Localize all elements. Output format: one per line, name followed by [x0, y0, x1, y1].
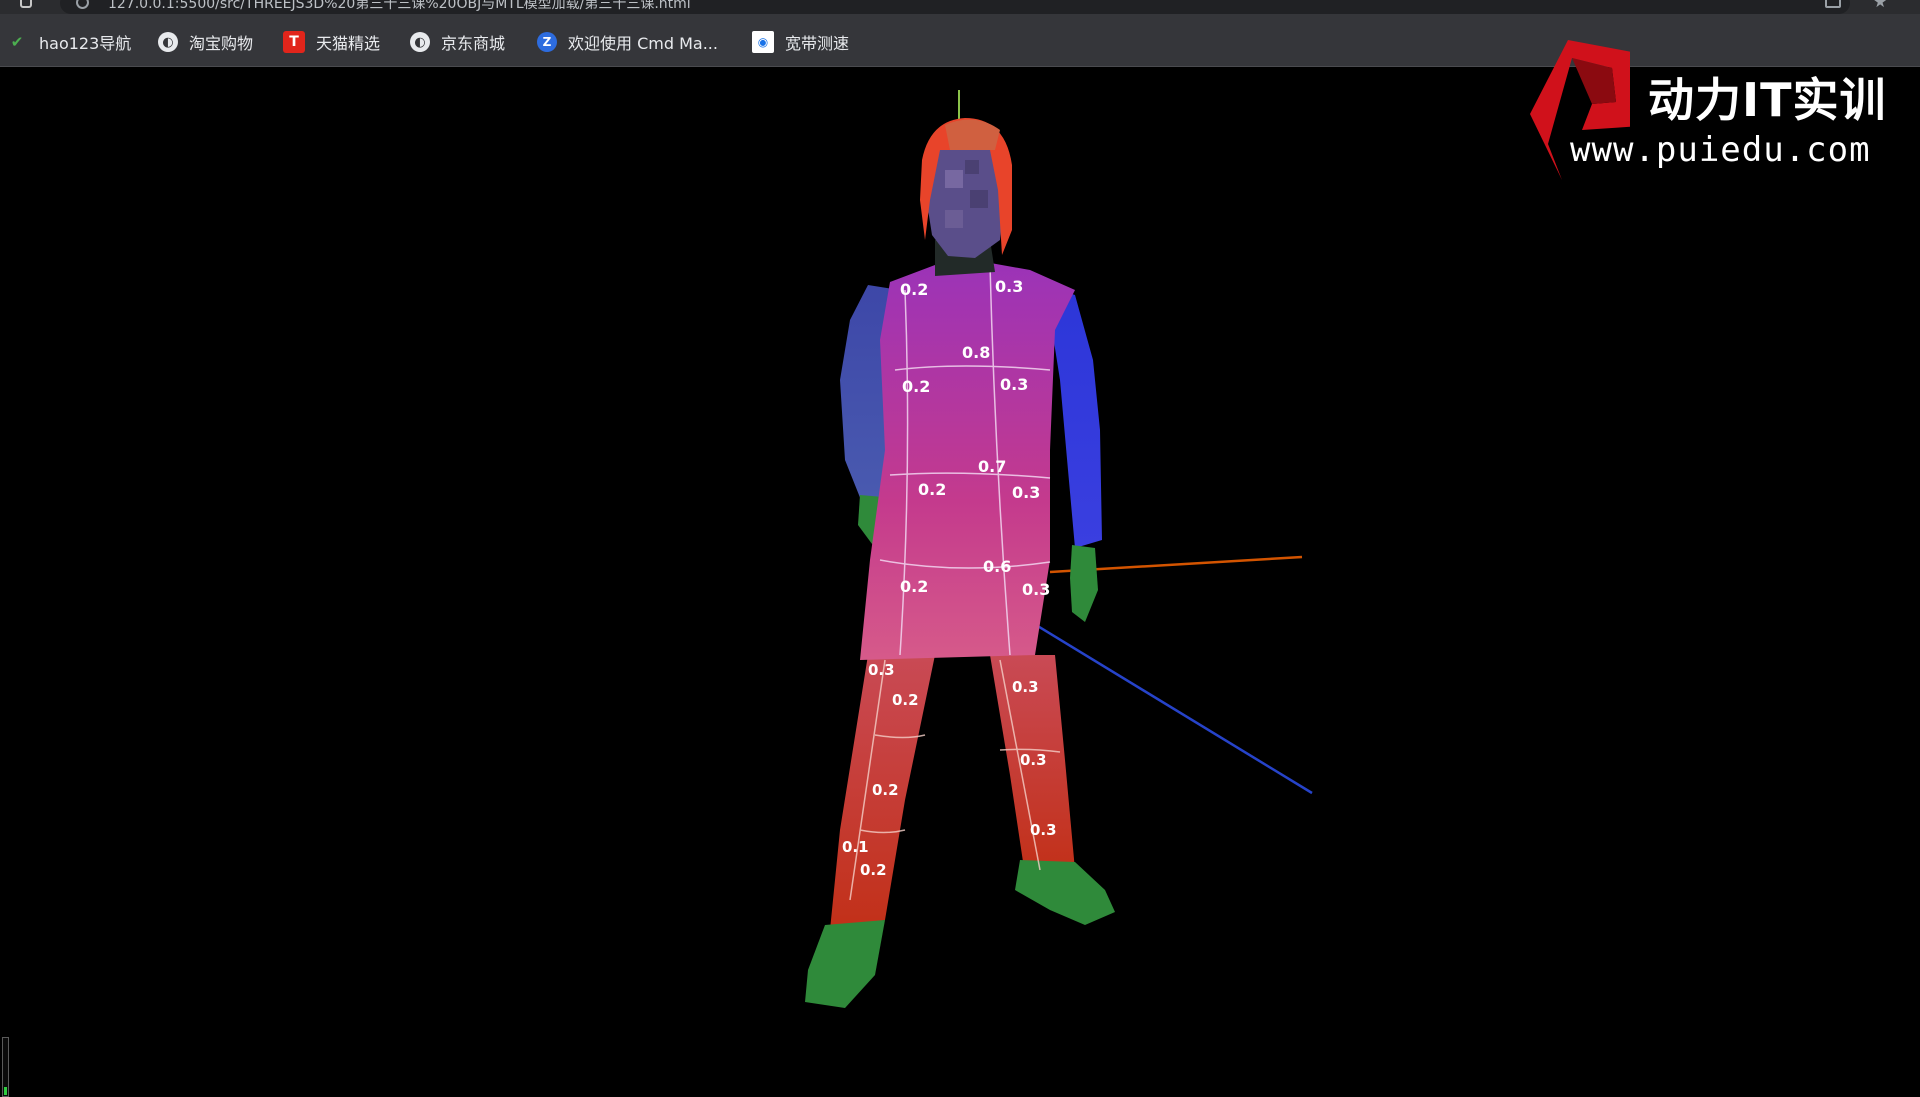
uv-label: 0.3: [1012, 483, 1040, 502]
uv-label: 0.2: [902, 377, 930, 396]
cast-icon[interactable]: [1825, 0, 1841, 8]
uv-label: 0.3: [1020, 751, 1047, 769]
stats-panel[interactable]: [2, 1037, 9, 1097]
cmd-markdown-icon: Z: [537, 32, 557, 52]
right-hand: [1070, 545, 1098, 622]
uv-label: 0.2: [900, 280, 928, 299]
uv-label: 0.3: [1012, 678, 1039, 696]
bookmark-label: 宽带测速: [785, 34, 850, 53]
uv-label: 0.3: [1030, 821, 1057, 839]
bookmark-taobao[interactable]: ◐ 淘宝购物: [158, 30, 253, 54]
bookmark-label: hao123导航: [39, 34, 132, 53]
globe-icon: ◐: [410, 32, 430, 52]
bookmark-hao123[interactable]: ✔ hao123导航: [6, 30, 132, 54]
uv-label: 0.3: [868, 661, 895, 679]
uv-label: 0.3: [1022, 580, 1050, 599]
watermark-url: www.puiedu.com: [1570, 130, 1871, 170]
uv-label: 0.3: [1000, 375, 1028, 394]
bookmark-speedtest[interactable]: ◉ 宽带测速: [752, 30, 849, 54]
watermark: 动力IT实训 www.puiedu.com: [1520, 34, 1900, 184]
bookmark-tmall[interactable]: T 天猫精选: [283, 30, 380, 54]
bookmark-cmd-markdown[interactable]: Z 欢迎使用 Cmd Ma...: [537, 30, 718, 54]
bookmark-label: 天猫精选: [316, 34, 381, 53]
uv-label: 0.1: [842, 838, 869, 856]
hair-highlight: [945, 119, 1000, 150]
speedtest-icon: ◉: [752, 31, 774, 53]
address-bar[interactable]: 127.0.0.1:5500/src/THREEJS3D%20第三十三课%20O…: [60, 0, 1850, 14]
uv-label: 0.2: [918, 480, 946, 499]
uv-label: 0.2: [872, 781, 899, 799]
uv-label: 0.6: [983, 557, 1011, 576]
tmall-icon: T: [283, 31, 305, 53]
bookmark-star-icon[interactable]: ★: [1873, 0, 1887, 10]
hao123-icon: ✔: [10, 32, 24, 51]
bookmark-label: 欢迎使用 Cmd Ma...: [568, 34, 718, 53]
globe-icon: ◐: [158, 32, 178, 52]
browser-top-strip: 127.0.0.1:5500/src/THREEJS3D%20第三十三课%20O…: [0, 0, 1920, 14]
bookmark-jd[interactable]: ◐ 京东商城: [410, 30, 505, 54]
left-foot: [805, 920, 885, 1008]
bookmark-label: 京东商城: [441, 34, 506, 53]
stats-fill: [4, 1087, 7, 1095]
uv-label: 0.3: [995, 277, 1023, 296]
torso: [860, 262, 1075, 660]
uv-label: 0.7: [978, 457, 1006, 476]
watermark-title: 动力IT实训: [1648, 73, 1887, 127]
right-foot: [1015, 860, 1115, 925]
url-text[interactable]: 127.0.0.1:5500/src/THREEJS3D%20第三十三课%20O…: [108, 0, 691, 13]
uv-label: 0.2: [892, 691, 919, 709]
3d-scene[interactable]: 0.2 0.3 0.8 0.2 0.3 0.7 0.2 0.3 0.6 0.2 …: [0, 67, 1920, 1080]
uv-label: 0.8: [962, 343, 990, 362]
bookmark-label: 淘宝购物: [189, 34, 254, 53]
tab-icon[interactable]: [20, 0, 32, 8]
uv-label: 0.2: [900, 577, 928, 596]
uv-label: 0.2: [860, 861, 887, 879]
webgl-canvas[interactable]: 0.2 0.3 0.8 0.2 0.3 0.7 0.2 0.3 0.6 0.2 …: [0, 67, 1920, 1097]
site-info-icon[interactable]: [76, 0, 89, 9]
